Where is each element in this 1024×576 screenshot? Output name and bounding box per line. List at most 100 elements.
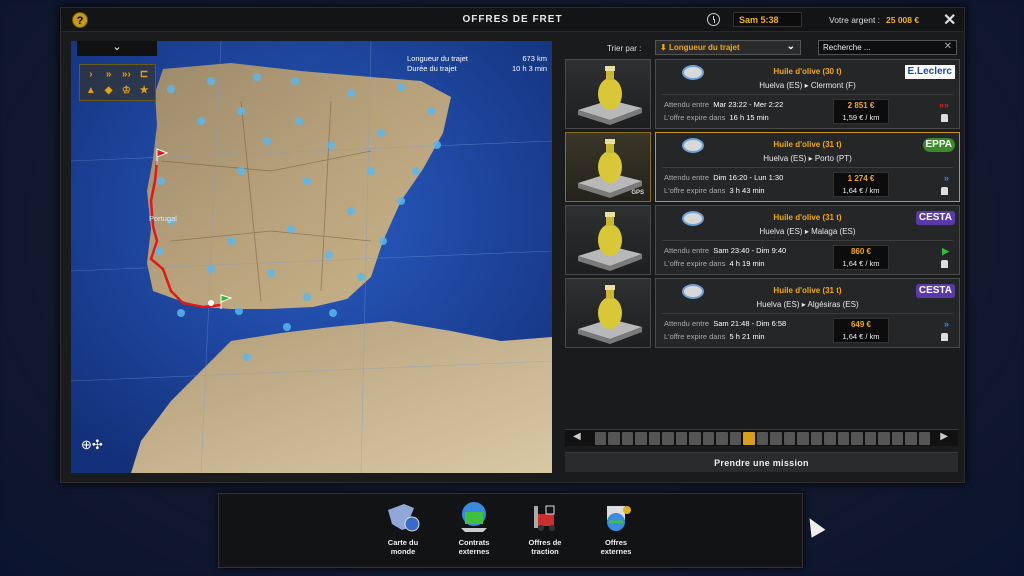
route-from: Huelva (ES) — [759, 81, 803, 90]
dock-label-line2: monde — [390, 547, 416, 556]
filter-trophy-icon[interactable]: ♔ — [118, 83, 136, 99]
search-text: Recherche ... — [823, 43, 871, 52]
dock-world-map[interactable]: Carte du monde — [371, 500, 435, 556]
title-bar: ? OFFRES DE FRET Sam 5:38 Votre argent :… — [61, 8, 964, 32]
company-logo: CESTA — [915, 284, 955, 298]
trip-info: Longueur du trajet 673 km Durée du trajet… — [407, 54, 547, 74]
price-box: 2 851 € 1,59 € / km — [833, 99, 889, 124]
offer-row[interactable]: GPS Huile d'olive (31 t) EPPA Huelva (ES… — [565, 132, 960, 202]
sort-value: Longueur du trajet — [668, 43, 740, 52]
weight-icon — [941, 114, 948, 122]
close-button[interactable]: ✕ — [943, 10, 956, 30]
dock-label-line1: Contrats — [458, 538, 490, 547]
olive-oil-pallet-icon — [578, 285, 642, 344]
route-to: Porto (PT) — [814, 154, 852, 163]
dock-label-line2: externes — [458, 547, 490, 556]
world-map-icon — [384, 500, 422, 534]
clear-search-icon[interactable]: ✕ — [944, 41, 952, 52]
price-per-km: 1,64 € / km — [842, 259, 880, 268]
sort-dropdown[interactable]: ⬇ Longueur du trajet ⌄ — [655, 40, 801, 55]
dock-external-contracts[interactable]: Contrats externes — [442, 500, 506, 556]
wait-value: Sam 21:48 - Dim 6:58 — [713, 319, 787, 328]
expire-value: 4 h 19 min — [729, 259, 765, 268]
wait-value: Mar 23:22 - Mer 2:22 — [713, 100, 784, 109]
olive-oil-pallet-icon — [578, 212, 642, 271]
expire-label: L'offre expire dans — [664, 186, 726, 195]
external-offers-icon — [597, 500, 635, 534]
cargo-thumbnail — [565, 205, 651, 275]
offer-details[interactable]: Huile d'olive (31 t) CESTA Huelva (ES) ▸… — [655, 205, 960, 275]
scroll-track[interactable] — [595, 432, 931, 445]
external-contracts-icon — [455, 500, 493, 534]
scroll-thumb[interactable] — [743, 432, 755, 445]
dock-label-line2: traction — [531, 547, 559, 556]
offer-row[interactable]: Huile d'olive (30 t) E.Leclerc Huelva (E… — [565, 59, 960, 129]
offer-route: Huelva (ES) ▸ Algésiras (ES) — [756, 300, 859, 309]
map-pan-control-icon[interactable]: ⊕✣ — [81, 437, 111, 459]
offer-row[interactable]: Huile d'olive (31 t) CESTA Huelva (ES) ▸… — [565, 205, 960, 275]
money-value: 25 008 € — [886, 15, 920, 25]
expire-value: 16 h 15 min — [729, 113, 769, 122]
route-to: Algésiras (ES) — [807, 300, 859, 309]
search-input[interactable]: Recherche ... ✕ — [818, 40, 957, 55]
cargo-thumbnail: GPS — [565, 132, 651, 202]
forklift-icon — [526, 500, 564, 534]
route-from: Huelva (ES) — [759, 227, 803, 236]
filter-arrow-icon[interactable]: › — [82, 67, 100, 83]
weight-icon — [941, 333, 948, 341]
expire-label: L'offre expire dans — [664, 332, 726, 341]
wait-label: Attendu entre — [664, 319, 710, 328]
company-logo: E.Leclerc — [904, 65, 955, 79]
offer-details[interactable]: Huile d'olive (30 t) E.Leclerc Huelva (E… — [655, 59, 960, 129]
urgency-double-arrow-icon: » — [943, 319, 949, 329]
divider — [662, 94, 953, 95]
filter-triple-arrow-icon[interactable]: »› — [118, 67, 136, 83]
game-time: Sam 5:38 — [733, 12, 802, 27]
wait-label: Attendu entre — [664, 173, 710, 182]
take-mission-button[interactable]: Prendre une mission — [565, 452, 958, 472]
sort-label: Trier par : — [607, 44, 642, 53]
expire-label: L'offre expire dans — [664, 113, 726, 122]
map-collapse-button[interactable]: ⌄ — [77, 41, 157, 56]
wait-value: Dim 16:20 - Lun 1:30 — [713, 173, 784, 182]
route-map[interactable]: ⌄ › » »› ⊏ ▲ ◆ ♔ ★ Longueur du trajet 673… — [71, 41, 552, 473]
company-logo: EPPA — [922, 138, 955, 152]
expiry: L'offre expire dans 5 h 21 min — [664, 332, 765, 341]
scroll-right-icon[interactable]: ▶ — [940, 431, 948, 442]
freight-offers-window: ? OFFRES DE FRET Sam 5:38 Votre argent :… — [60, 7, 965, 483]
dock-traction-offers[interactable]: Offres de traction — [513, 500, 577, 556]
dock-label-line1: Carte du — [387, 538, 419, 547]
offer-row[interactable]: Huile d'olive (31 t) CESTA Huelva (ES) ▸… — [565, 278, 960, 348]
expiry: L'offre expire dans 16 h 15 min — [664, 113, 769, 122]
sort-arrow-icon: ⬇ — [660, 43, 669, 52]
wait-value: Sam 23:40 - Dim 9:40 — [713, 246, 787, 255]
filter-double-arrow-icon[interactable]: » — [100, 67, 118, 83]
filter-hazard-icon[interactable]: ◆ — [100, 83, 118, 99]
scroll-left-icon[interactable]: ◀ — [573, 431, 581, 442]
price-box: 860 € 1,64 € / km — [833, 245, 889, 270]
urgency-triple-arrow-icon: »» — [938, 100, 949, 110]
dock-label-line2: externes — [600, 547, 632, 556]
filter-truck-icon[interactable]: ⊏ — [135, 67, 153, 83]
dock-label-line1: Offres de — [528, 538, 562, 547]
dock-external-offers[interactable]: Offres externes — [584, 500, 648, 556]
map-filter-toolbar: › » »› ⊏ ▲ ◆ ♔ ★ — [79, 64, 156, 101]
weight-icon — [941, 187, 948, 195]
trip-duration-label: Durée du trajet — [407, 64, 457, 73]
price-box: 649 € 1,64 € / km — [833, 318, 889, 343]
offer-route: Huelva (ES) ▸ Clermont (F) — [759, 81, 856, 90]
offer-details[interactable]: Huile d'olive (31 t) CESTA Huelva (ES) ▸… — [655, 278, 960, 348]
divider — [662, 240, 953, 241]
olive-oil-pallet-icon — [578, 66, 642, 125]
offer-details[interactable]: Huile d'olive (31 t) EPPA Huelva (ES) ▸ … — [655, 132, 960, 202]
cargo-name: Huile d'olive (31 t) — [773, 286, 842, 295]
offer-route: Huelva (ES) ▸ Porto (PT) — [763, 154, 852, 163]
cargo-name: Huile d'olive (31 t) — [773, 213, 842, 222]
filter-weight-icon[interactable]: ▲ — [82, 83, 100, 99]
clock-icon — [707, 13, 720, 26]
offer-scrollbar[interactable]: ◀ ▶ — [565, 429, 958, 446]
filter-star-icon[interactable]: ★ — [135, 83, 153, 99]
money-label: Votre argent : — [829, 15, 881, 25]
weight-icon — [941, 260, 948, 268]
dock-label-line1: Offres — [604, 538, 628, 547]
